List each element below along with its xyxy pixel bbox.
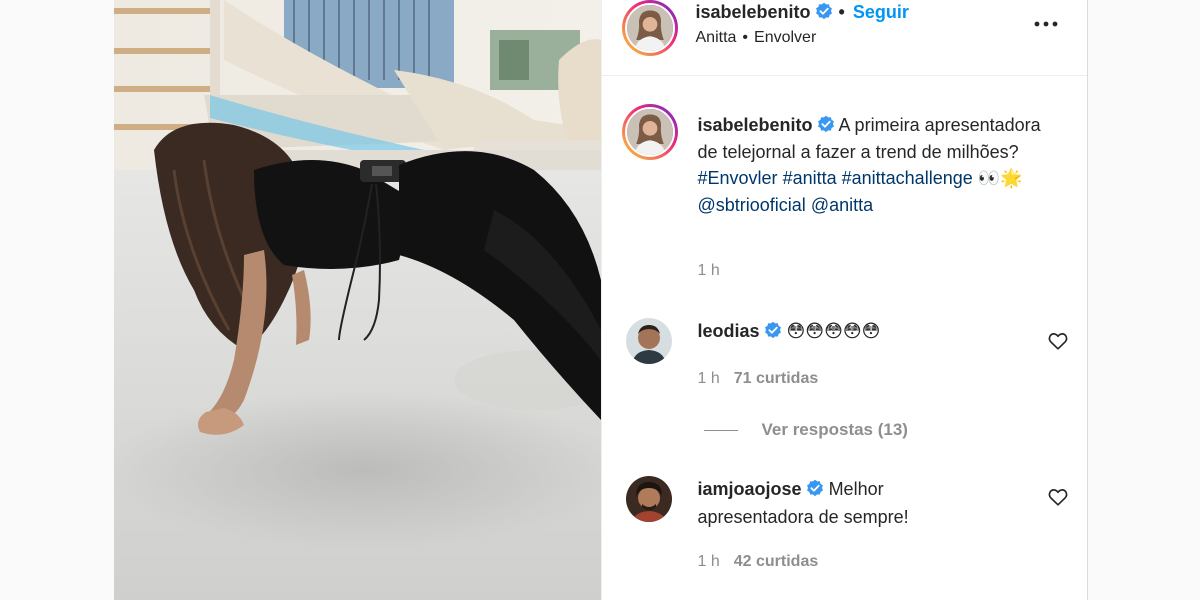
header-separator: •	[838, 2, 845, 22]
follow-button[interactable]: Seguir	[853, 2, 909, 22]
caption-avatar-image	[626, 109, 673, 155]
replies-divider	[703, 429, 738, 431]
author-username[interactable]: isabelebenito	[696, 2, 811, 22]
heart-outline-icon[interactable]	[1047, 330, 1069, 352]
comment-body: leodias 😳😳😳😳😳	[698, 317, 881, 345]
author-avatar[interactable]	[621, 0, 678, 56]
verified-badge-icon	[806, 479, 824, 497]
comment-avatar-image	[625, 476, 672, 522]
audio-track[interactable]: Envolver	[754, 29, 816, 46]
verified-badge-icon	[815, 2, 833, 20]
caption-avatar[interactable]	[621, 104, 678, 160]
comment-username[interactable]: iamjoaojose	[698, 479, 802, 499]
post-header: isabelebenito • Seguir Anitta • Envolver	[601, 0, 1087, 76]
caption-timestamp[interactable]: 1 h	[698, 262, 720, 280]
comment-avatar[interactable]	[625, 476, 672, 522]
view-replies-label[interactable]: Ver respostas (13)	[762, 420, 908, 440]
post-media[interactable]	[114, 0, 601, 600]
comment-time[interactable]: 1 h	[698, 370, 720, 387]
view-replies-button[interactable]: Ver respostas (13)	[703, 420, 908, 440]
comment-avatar-image	[625, 318, 672, 364]
instagram-post: isabelebenito • Seguir Anitta • Envolver isa	[114, 0, 1088, 600]
caption: isabelebenito A primeira apresentadora d…	[698, 112, 1058, 218]
comment-time[interactable]: 1 h	[698, 553, 720, 570]
more-options-icon[interactable]	[1031, 12, 1061, 36]
caption-time[interactable]: 1 h	[698, 262, 720, 279]
audio-separator: •	[742, 29, 749, 46]
comment-text: 😳😳😳😳😳	[786, 321, 881, 341]
caption-username[interactable]: isabelebenito	[698, 115, 813, 135]
post-photo	[114, 0, 601, 600]
comment-body: iamjoaojose Melhor apresentadora de semp…	[698, 475, 909, 531]
heart-outline-icon[interactable]	[1047, 486, 1069, 508]
comment-avatar[interactable]	[625, 318, 672, 364]
comment-text-continued: apresentadora de sempre!	[697, 507, 909, 527]
mention-link[interactable]: @sbtriooficial	[698, 195, 806, 215]
comment-meta: 1 h 71 curtidas	[698, 370, 819, 388]
audio-artist[interactable]: Anitta	[696, 29, 737, 46]
verified-badge-icon	[817, 115, 835, 133]
comment-text: Melhor	[828, 479, 884, 499]
header-title-row: isabelebenito • Seguir	[696, 2, 909, 23]
hashtag-link[interactable]: #anitta	[783, 168, 837, 188]
comment-likes[interactable]: 71 curtidas	[734, 370, 818, 387]
comment-meta: 1 h 42 curtidas	[698, 553, 819, 571]
caption-emoji: 👀🌟	[977, 168, 1023, 188]
comment-likes[interactable]: 42 curtidas	[734, 553, 818, 570]
hashtag-link[interactable]: #Envovler	[698, 168, 778, 188]
post-side-panel: isabelebenito • Seguir Anitta • Envolver isa	[600, 0, 1087, 600]
comment-username[interactable]: leodias	[698, 321, 760, 341]
audio-info[interactable]: Anitta • Envolver	[696, 29, 817, 47]
mention-link[interactable]: @anitta	[811, 195, 873, 215]
hashtag-link[interactable]: #anittachallenge	[842, 168, 973, 188]
author-avatar-image	[626, 5, 673, 51]
verified-badge-icon	[764, 321, 782, 339]
